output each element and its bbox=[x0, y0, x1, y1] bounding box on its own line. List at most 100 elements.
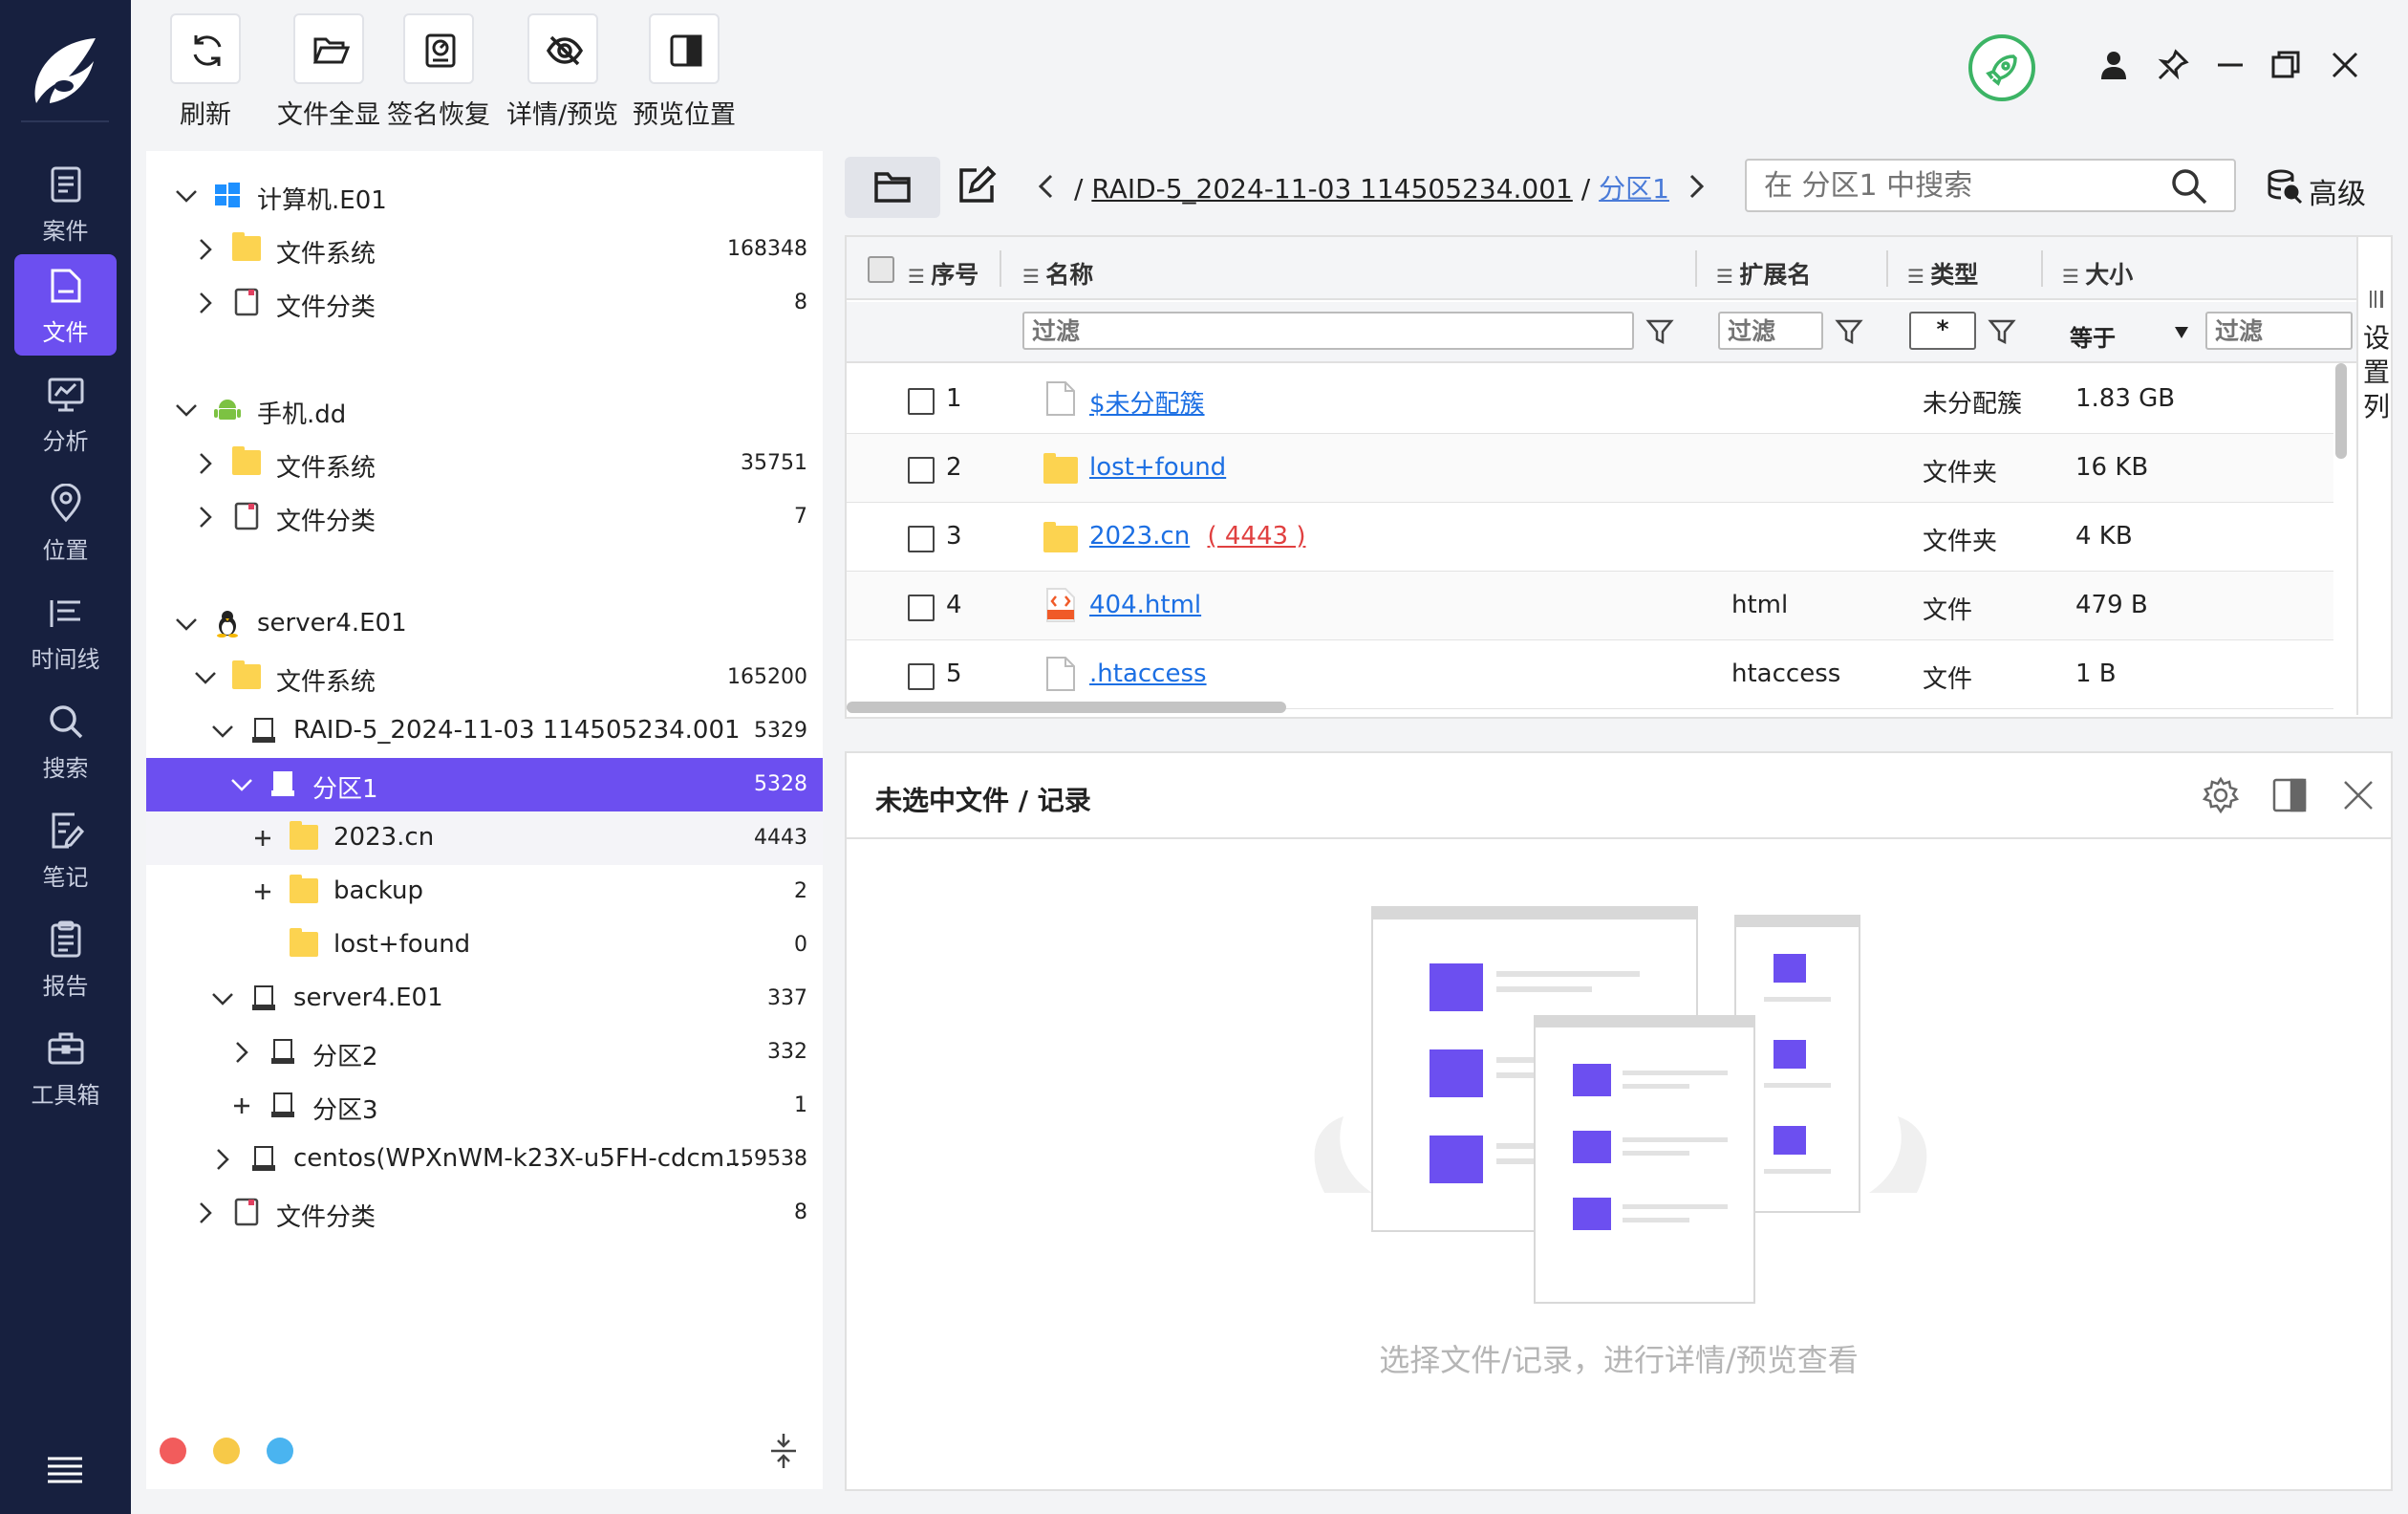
table-row[interactable]: 3 2023.cn ( 4443 ) 文件夹 4 KB bbox=[847, 503, 2333, 572]
column-header-name[interactable]: 名称 bbox=[1022, 256, 1093, 291]
column-settings-button[interactable]: 设置列 bbox=[2356, 237, 2391, 715]
pin-icon[interactable] bbox=[2156, 48, 2190, 82]
tree-item[interactable]: 分区3 1 bbox=[146, 1079, 823, 1133]
expand-plus-icon[interactable] bbox=[228, 1092, 255, 1119]
filter-icon[interactable] bbox=[1645, 317, 1674, 346]
tree-item[interactable]: server4.E01 bbox=[146, 597, 823, 651]
chevron-right-icon[interactable] bbox=[209, 1146, 236, 1173]
cell-child-count[interactable]: ( 4443 ) bbox=[1207, 522, 1305, 551]
tree-item[interactable]: 文件系统 168348 bbox=[146, 223, 823, 276]
column-divider[interactable] bbox=[2041, 250, 2043, 287]
yellow-tag-dot[interactable] bbox=[213, 1438, 240, 1464]
tree-item[interactable]: 文件系统 165200 bbox=[146, 651, 823, 704]
chevron-right-icon[interactable] bbox=[192, 236, 219, 263]
breadcrumb-current[interactable]: 分区1 bbox=[1599, 173, 1669, 205]
column-header-type[interactable]: 类型 bbox=[1907, 256, 1978, 291]
chevron-down-icon[interactable] bbox=[209, 985, 236, 1012]
rail-item-file[interactable]: 文件 bbox=[14, 254, 117, 356]
advanced-search-button[interactable]: 高级 bbox=[2267, 166, 2391, 211]
row-checkbox[interactable] bbox=[908, 457, 935, 484]
rail-item-toolbox[interactable]: 工具箱 bbox=[14, 1017, 117, 1118]
name-filter-input[interactable] bbox=[1022, 312, 1634, 350]
main-menu-icon[interactable] bbox=[46, 1455, 84, 1483]
search-input[interactable] bbox=[1745, 159, 2236, 212]
tree-item[interactable]: 2023.cn 4443 bbox=[146, 811, 823, 865]
expand-plus-icon[interactable] bbox=[249, 878, 276, 905]
preview-position-button[interactable]: 预览位置 bbox=[633, 13, 736, 131]
red-tag-dot[interactable] bbox=[160, 1438, 186, 1464]
tree-item[interactable]: 文件分类 8 bbox=[146, 276, 823, 330]
expand-plus-icon[interactable] bbox=[249, 825, 276, 852]
column-divider[interactable] bbox=[1000, 250, 1001, 287]
security-status-button[interactable] bbox=[1968, 34, 2035, 101]
tree-item[interactable]: 计算机.E01 bbox=[146, 169, 823, 223]
column-header-seq[interactable]: 序号 bbox=[908, 256, 978, 291]
row-checkbox[interactable] bbox=[908, 595, 935, 621]
chevron-down-icon[interactable] bbox=[173, 397, 200, 423]
vertical-scrollbar[interactable] bbox=[2335, 363, 2347, 459]
user-icon[interactable] bbox=[2096, 48, 2131, 82]
tree-item[interactable]: 手机.dd bbox=[146, 383, 823, 437]
chevron-right-icon[interactable] bbox=[228, 1039, 255, 1066]
cell-name[interactable]: $未分配簇 bbox=[1089, 384, 1205, 420]
column-divider[interactable] bbox=[1886, 250, 1888, 287]
chevron-down-icon[interactable] bbox=[173, 611, 200, 638]
rail-item-timeline[interactable]: 时间线 bbox=[14, 581, 117, 682]
column-divider[interactable] bbox=[1695, 250, 1697, 287]
cell-name[interactable]: 2023.cn bbox=[1089, 522, 1190, 551]
rail-item-location[interactable]: 位置 bbox=[14, 472, 117, 573]
cell-name[interactable]: 404.html bbox=[1089, 591, 1201, 619]
edit-path-icon[interactable] bbox=[956, 164, 998, 206]
ext-filter-input[interactable] bbox=[1718, 312, 1823, 350]
chevron-down-icon[interactable] bbox=[228, 771, 255, 798]
chevron-left-icon[interactable] bbox=[1032, 172, 1061, 201]
breadcrumb-raid[interactable]: RAID-5_2024-11-03 114505234.001 bbox=[1091, 173, 1573, 205]
rail-item-report[interactable]: 报告 bbox=[14, 908, 117, 1009]
table-row[interactable]: 5 .htaccess htaccess 文件 1 B bbox=[847, 640, 2333, 709]
chevron-right-icon[interactable] bbox=[192, 504, 219, 530]
table-row[interactable]: 1 $未分配簇 未分配簇 1.83 GB bbox=[847, 365, 2333, 434]
close-icon[interactable] bbox=[2339, 776, 2377, 814]
collapse-all-icon[interactable] bbox=[769, 1432, 798, 1470]
tree-item[interactable]: RAID-5_2024-11-03 114505234.001 5329 bbox=[146, 704, 823, 758]
filter-icon[interactable] bbox=[1988, 317, 2016, 346]
table-row[interactable]: 2 lost+found 文件夹 16 KB bbox=[847, 434, 2333, 503]
cell-name[interactable]: .htaccess bbox=[1089, 660, 1207, 688]
gear-icon[interactable] bbox=[2202, 776, 2240, 814]
select-all-checkbox[interactable] bbox=[868, 256, 894, 283]
refresh-button[interactable]: 刷新 bbox=[170, 13, 241, 131]
column-header-ext[interactable]: 扩展名 bbox=[1716, 256, 1811, 291]
rail-item-search[interactable]: 搜索 bbox=[14, 690, 117, 791]
minimize-icon[interactable] bbox=[2213, 48, 2247, 82]
detail-preview-button[interactable]: 详情/预览 bbox=[506, 13, 618, 131]
rail-item-note[interactable]: 笔记 bbox=[14, 799, 117, 900]
table-row[interactable]: 4 404.html html 文件 479 B bbox=[847, 572, 2333, 640]
size-filter-input[interactable] bbox=[2205, 312, 2353, 350]
chevron-down-icon[interactable] bbox=[209, 718, 236, 745]
tree-item[interactable]: lost+found 0 bbox=[146, 919, 823, 972]
tree-item[interactable]: 文件系统 35751 bbox=[146, 437, 823, 490]
filter-icon[interactable] bbox=[1835, 317, 1863, 346]
tree-item[interactable]: 文件分类 8 bbox=[146, 1186, 823, 1240]
tree-item[interactable]: backup 2 bbox=[146, 865, 823, 919]
chevron-right-icon[interactable] bbox=[192, 1200, 219, 1226]
show-all-button[interactable]: 文件全显 bbox=[277, 13, 380, 131]
row-checkbox[interactable] bbox=[908, 526, 935, 552]
panel-right-icon[interactable] bbox=[2270, 776, 2309, 814]
caret-down-icon[interactable] bbox=[2175, 327, 2188, 338]
horizontal-scrollbar[interactable] bbox=[847, 702, 1286, 713]
tree-item[interactable]: 文件分类 7 bbox=[146, 490, 823, 544]
rail-item-case[interactable]: 案件 bbox=[14, 153, 117, 254]
type-filter-value[interactable]: * bbox=[1909, 312, 1976, 350]
chevron-right-icon[interactable] bbox=[192, 450, 219, 477]
rail-item-analysis[interactable]: 分析 bbox=[14, 363, 117, 465]
tree-item-selected[interactable]: 分区1 5328 bbox=[146, 758, 823, 811]
restore-icon[interactable] bbox=[2268, 48, 2303, 82]
tree-item[interactable]: centos(WPXnWM-k23X-u5FH-cdcm... 159538 bbox=[146, 1133, 823, 1186]
chevron-down-icon[interactable] bbox=[173, 183, 200, 209]
row-checkbox[interactable] bbox=[908, 663, 935, 690]
size-operator-select[interactable]: 等于 bbox=[2070, 319, 2116, 353]
tree-item[interactable]: server4.E01 337 bbox=[146, 972, 823, 1026]
chevron-right-icon[interactable] bbox=[1682, 172, 1710, 201]
chevron-down-icon[interactable] bbox=[192, 664, 219, 691]
